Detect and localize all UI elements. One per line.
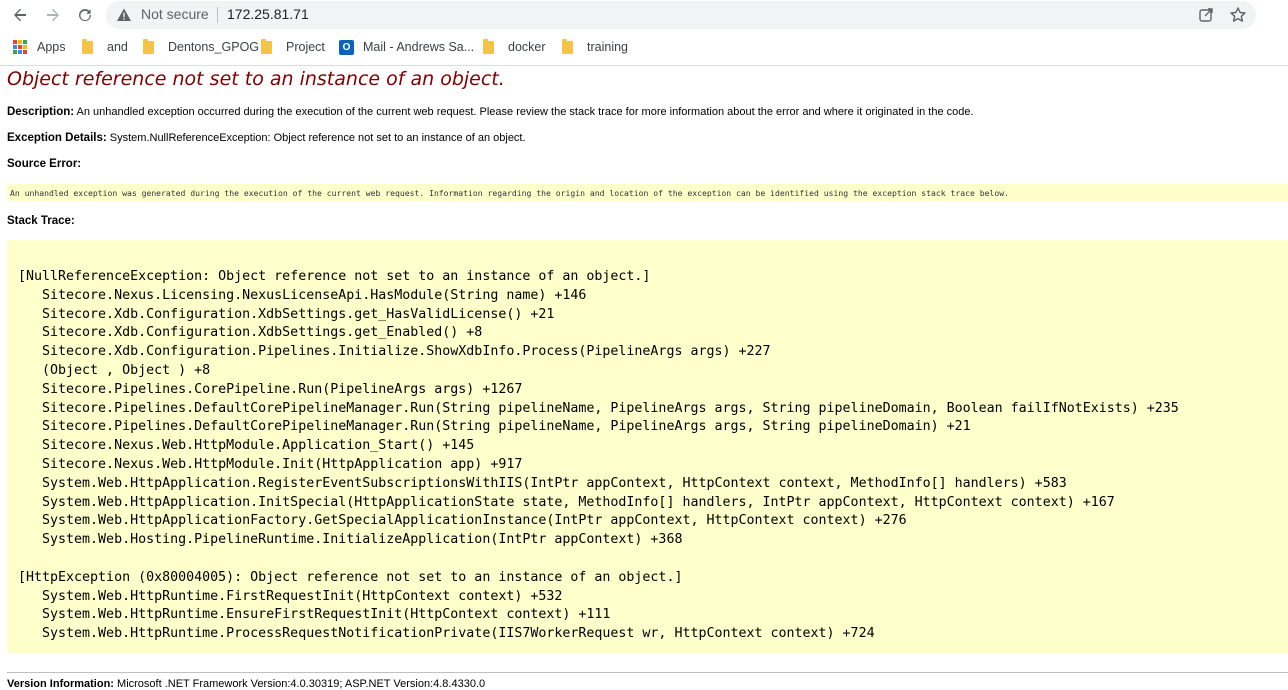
url-text[interactable]: 172.25.81.71 bbox=[227, 6, 309, 22]
stack-line: System.Web.HttpRuntime.EnsureFirstReques… bbox=[18, 607, 611, 623]
stack-line: System.Web.HttpRuntime.ProcessRequestNot… bbox=[18, 626, 875, 642]
stack-trace-heading: Stack Trace: bbox=[7, 215, 75, 227]
stack-line: (Object , Object ) +8 bbox=[18, 363, 211, 378]
folder-icon bbox=[562, 38, 573, 54]
description-line: Description: An unhandled exception occu… bbox=[7, 106, 974, 118]
warning-icon[interactable] bbox=[116, 7, 132, 23]
stack-line: System.Web.HttpApplication.InitSpecial(H… bbox=[18, 494, 1115, 510]
apps-grid-icon bbox=[13, 40, 27, 54]
bookmark-docker[interactable]: docker bbox=[483, 37, 546, 57]
version-divider bbox=[7, 672, 1288, 673]
bookmarks-bar: Apps and Dentons_GPOG Project O Mail - A… bbox=[0, 33, 1288, 61]
bookmark-project[interactable]: Project bbox=[261, 37, 325, 57]
description-label: Description: bbox=[7, 106, 75, 118]
stack-trace-label: Stack Trace: bbox=[7, 215, 75, 227]
stack-line: [NullReferenceException: Object referenc… bbox=[18, 269, 651, 284]
source-error-heading: Source Error: bbox=[7, 158, 81, 170]
stack-line: Sitecore.Pipelines.DefaultCorePipelineMa… bbox=[18, 419, 971, 435]
bookmark-mail[interactable]: O Mail - Andrews Sa... bbox=[339, 37, 474, 57]
folder-icon bbox=[483, 38, 494, 54]
bookmark-dentons-gpog[interactable]: Dentons_GPOG bbox=[143, 37, 259, 57]
source-error-box: An unhandled exception was generated dur… bbox=[7, 184, 1288, 201]
address-bar[interactable]: Not secure 172.25.81.71 bbox=[106, 1, 1256, 29]
folder-icon bbox=[261, 38, 272, 54]
security-status[interactable]: Not secure bbox=[141, 6, 209, 22]
outlook-icon: O bbox=[339, 39, 354, 55]
stack-line: [HttpException (0x80004005): Object refe… bbox=[18, 569, 683, 585]
browser-toolbar: Not secure 172.25.81.71 bbox=[0, 0, 1288, 30]
stack-line: Sitecore.Nexus.Licensing.NexusLicenseApi… bbox=[18, 287, 587, 303]
bookmark-label: training bbox=[587, 40, 628, 54]
bookmark-apps[interactable]: Apps bbox=[13, 37, 66, 57]
source-error-text: An unhandled exception was generated dur… bbox=[10, 188, 1009, 198]
version-label: Version Information: bbox=[7, 678, 114, 690]
toolbar-divider bbox=[0, 65, 1288, 66]
exception-label: Exception Details: bbox=[7, 132, 107, 144]
star-icon[interactable] bbox=[1229, 6, 1247, 24]
stack-line: Sitecore.Pipelines.CorePipeline.Run(Pipe… bbox=[18, 381, 523, 397]
stack-line: Sitecore.Nexus.Web.HttpModule.Applicatio… bbox=[18, 438, 475, 454]
back-icon[interactable] bbox=[9, 4, 31, 26]
stack-line: Sitecore.Xdb.Configuration.XdbSettings.g… bbox=[18, 306, 555, 322]
bookmark-label: Dentons_GPOG bbox=[168, 40, 260, 54]
share-icon[interactable] bbox=[1197, 6, 1215, 24]
bookmark-label: Project bbox=[286, 40, 325, 54]
stack-line: Sitecore.Xdb.Configuration.Pipelines.Ini… bbox=[18, 344, 771, 360]
stack-line: System.Web.HttpApplicationFactory.GetSpe… bbox=[18, 513, 907, 529]
bookmark-label: Apps bbox=[37, 40, 66, 54]
stack-line: Sitecore.Nexus.Web.HttpModule.Init(HttpA… bbox=[18, 457, 523, 472]
page-title: Object reference not set to an instance … bbox=[7, 68, 505, 90]
folder-icon bbox=[82, 38, 93, 54]
stack-line: System.Web.Hosting.PipelineRuntime.Initi… bbox=[18, 532, 683, 548]
exception-text: System.NullReferenceException: Object re… bbox=[109, 132, 526, 144]
stack-line: System.Web.HttpRuntime.FirstRequestInit(… bbox=[18, 588, 563, 604]
stack-line: Sitecore.Pipelines.DefaultCorePipelineMa… bbox=[18, 400, 1179, 416]
description-text: An unhandled exception occurred during t… bbox=[76, 106, 974, 118]
bookmark-label: and bbox=[107, 40, 128, 54]
exception-line: Exception Details: System.NullReferenceE… bbox=[7, 132, 526, 144]
forward-icon[interactable] bbox=[42, 4, 64, 26]
bookmark-training[interactable]: training bbox=[562, 37, 628, 57]
version-text: Microsoft .NET Framework Version:4.0.303… bbox=[117, 678, 486, 690]
folder-icon bbox=[143, 38, 154, 54]
bookmark-label: Mail - Andrews Sa... bbox=[363, 40, 475, 54]
bookmark-label: docker bbox=[508, 40, 546, 54]
stack-line: System.Web.HttpApplication.RegisterEvent… bbox=[18, 475, 1067, 491]
reload-icon[interactable] bbox=[74, 4, 96, 26]
bookmark-and[interactable]: and bbox=[82, 37, 128, 57]
source-error-label: Source Error: bbox=[7, 158, 82, 170]
omnibox-separator bbox=[217, 7, 218, 23]
stack-trace-box: [NullReferenceException: Object referenc… bbox=[7, 240, 1288, 653]
stack-line: Sitecore.Xdb.Configuration.XdbSettings.g… bbox=[18, 325, 483, 341]
version-line: Version Information: Microsoft .NET Fram… bbox=[7, 678, 485, 690]
